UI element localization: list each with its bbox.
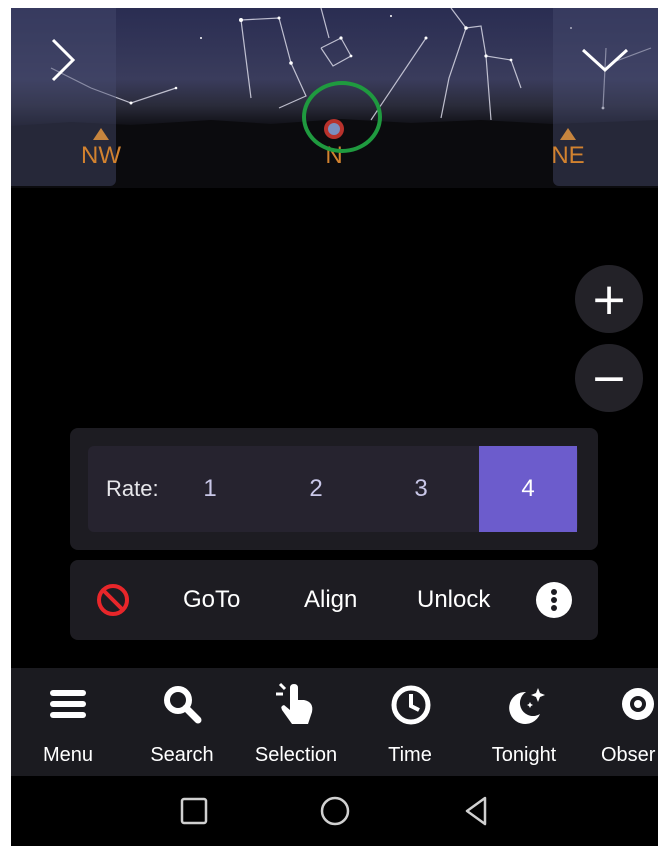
compass-label-ne: NE <box>538 128 598 170</box>
action-card: GoTo Align Unlock <box>70 560 598 640</box>
nav-selection-label: Selection <box>254 744 338 766</box>
plus-icon: + <box>590 273 628 325</box>
search-icon <box>164 686 202 724</box>
home-circle-icon[interactable] <box>318 794 352 828</box>
zoom-out-button[interactable]: − <box>575 344 643 412</box>
clock-icon <box>391 685 431 725</box>
nav-observe-label: Obser <box>601 744 656 766</box>
direction-marker-icon <box>560 128 576 140</box>
nav-selection[interactable]: Selection <box>246 668 346 776</box>
zoom-in-button[interactable]: + <box>575 265 643 333</box>
rate-selector: Rate: 1 2 3 4 <box>88 446 578 532</box>
align-button[interactable]: Align <box>304 560 357 640</box>
rate-option-2[interactable]: 2 <box>267 446 365 532</box>
nav-time-label: Time <box>388 744 432 766</box>
bottom-nav: Menu Search Selection Time Tonight Obser <box>11 668 658 776</box>
chevron-down-icon <box>581 48 629 73</box>
nav-observe[interactable]: Obser <box>588 668 658 776</box>
no-entry-icon[interactable] <box>96 583 130 617</box>
app-screen: NW N NE + − Rate: 1 2 3 4 GoTo Align Unl… <box>11 8 658 846</box>
compass-label-nw: NW <box>71 128 131 170</box>
nav-tonight-label: Tonight <box>491 744 557 766</box>
tap-hand-icon <box>276 682 313 724</box>
system-nav-bar <box>11 776 658 846</box>
rate-option-1[interactable]: 1 <box>161 446 259 532</box>
recents-square-icon[interactable] <box>179 794 209 828</box>
rate-option-3[interactable]: 3 <box>372 446 470 532</box>
highlight-circle <box>302 81 382 153</box>
nav-menu[interactable]: Menu <box>18 668 118 776</box>
direction-marker-icon <box>93 128 109 140</box>
minus-icon: − <box>590 352 628 404</box>
back-triangle-icon[interactable] <box>461 794 491 828</box>
eye-icon <box>622 688 654 720</box>
rate-label: Rate: <box>106 476 159 501</box>
nav-time[interactable]: Time <box>360 668 460 776</box>
unlock-button[interactable]: Unlock <box>417 560 490 640</box>
nav-search[interactable]: Search <box>132 668 232 776</box>
nav-tonight[interactable]: Tonight <box>474 668 574 776</box>
rate-option-4[interactable]: 4 <box>479 446 577 532</box>
goto-button[interactable]: GoTo <box>183 560 240 640</box>
nav-search-label: Search <box>150 744 214 766</box>
rate-card: Rate: 1 2 3 4 <box>70 428 598 550</box>
menu-icon <box>50 690 86 718</box>
compass-text-ne: NE <box>551 142 585 169</box>
more-vertical-icon[interactable] <box>536 582 572 618</box>
compass-text-nw: NW <box>81 142 121 169</box>
chevron-right-icon <box>51 38 76 82</box>
moon-stars-icon <box>509 688 545 724</box>
nav-menu-label: Menu <box>42 744 94 766</box>
